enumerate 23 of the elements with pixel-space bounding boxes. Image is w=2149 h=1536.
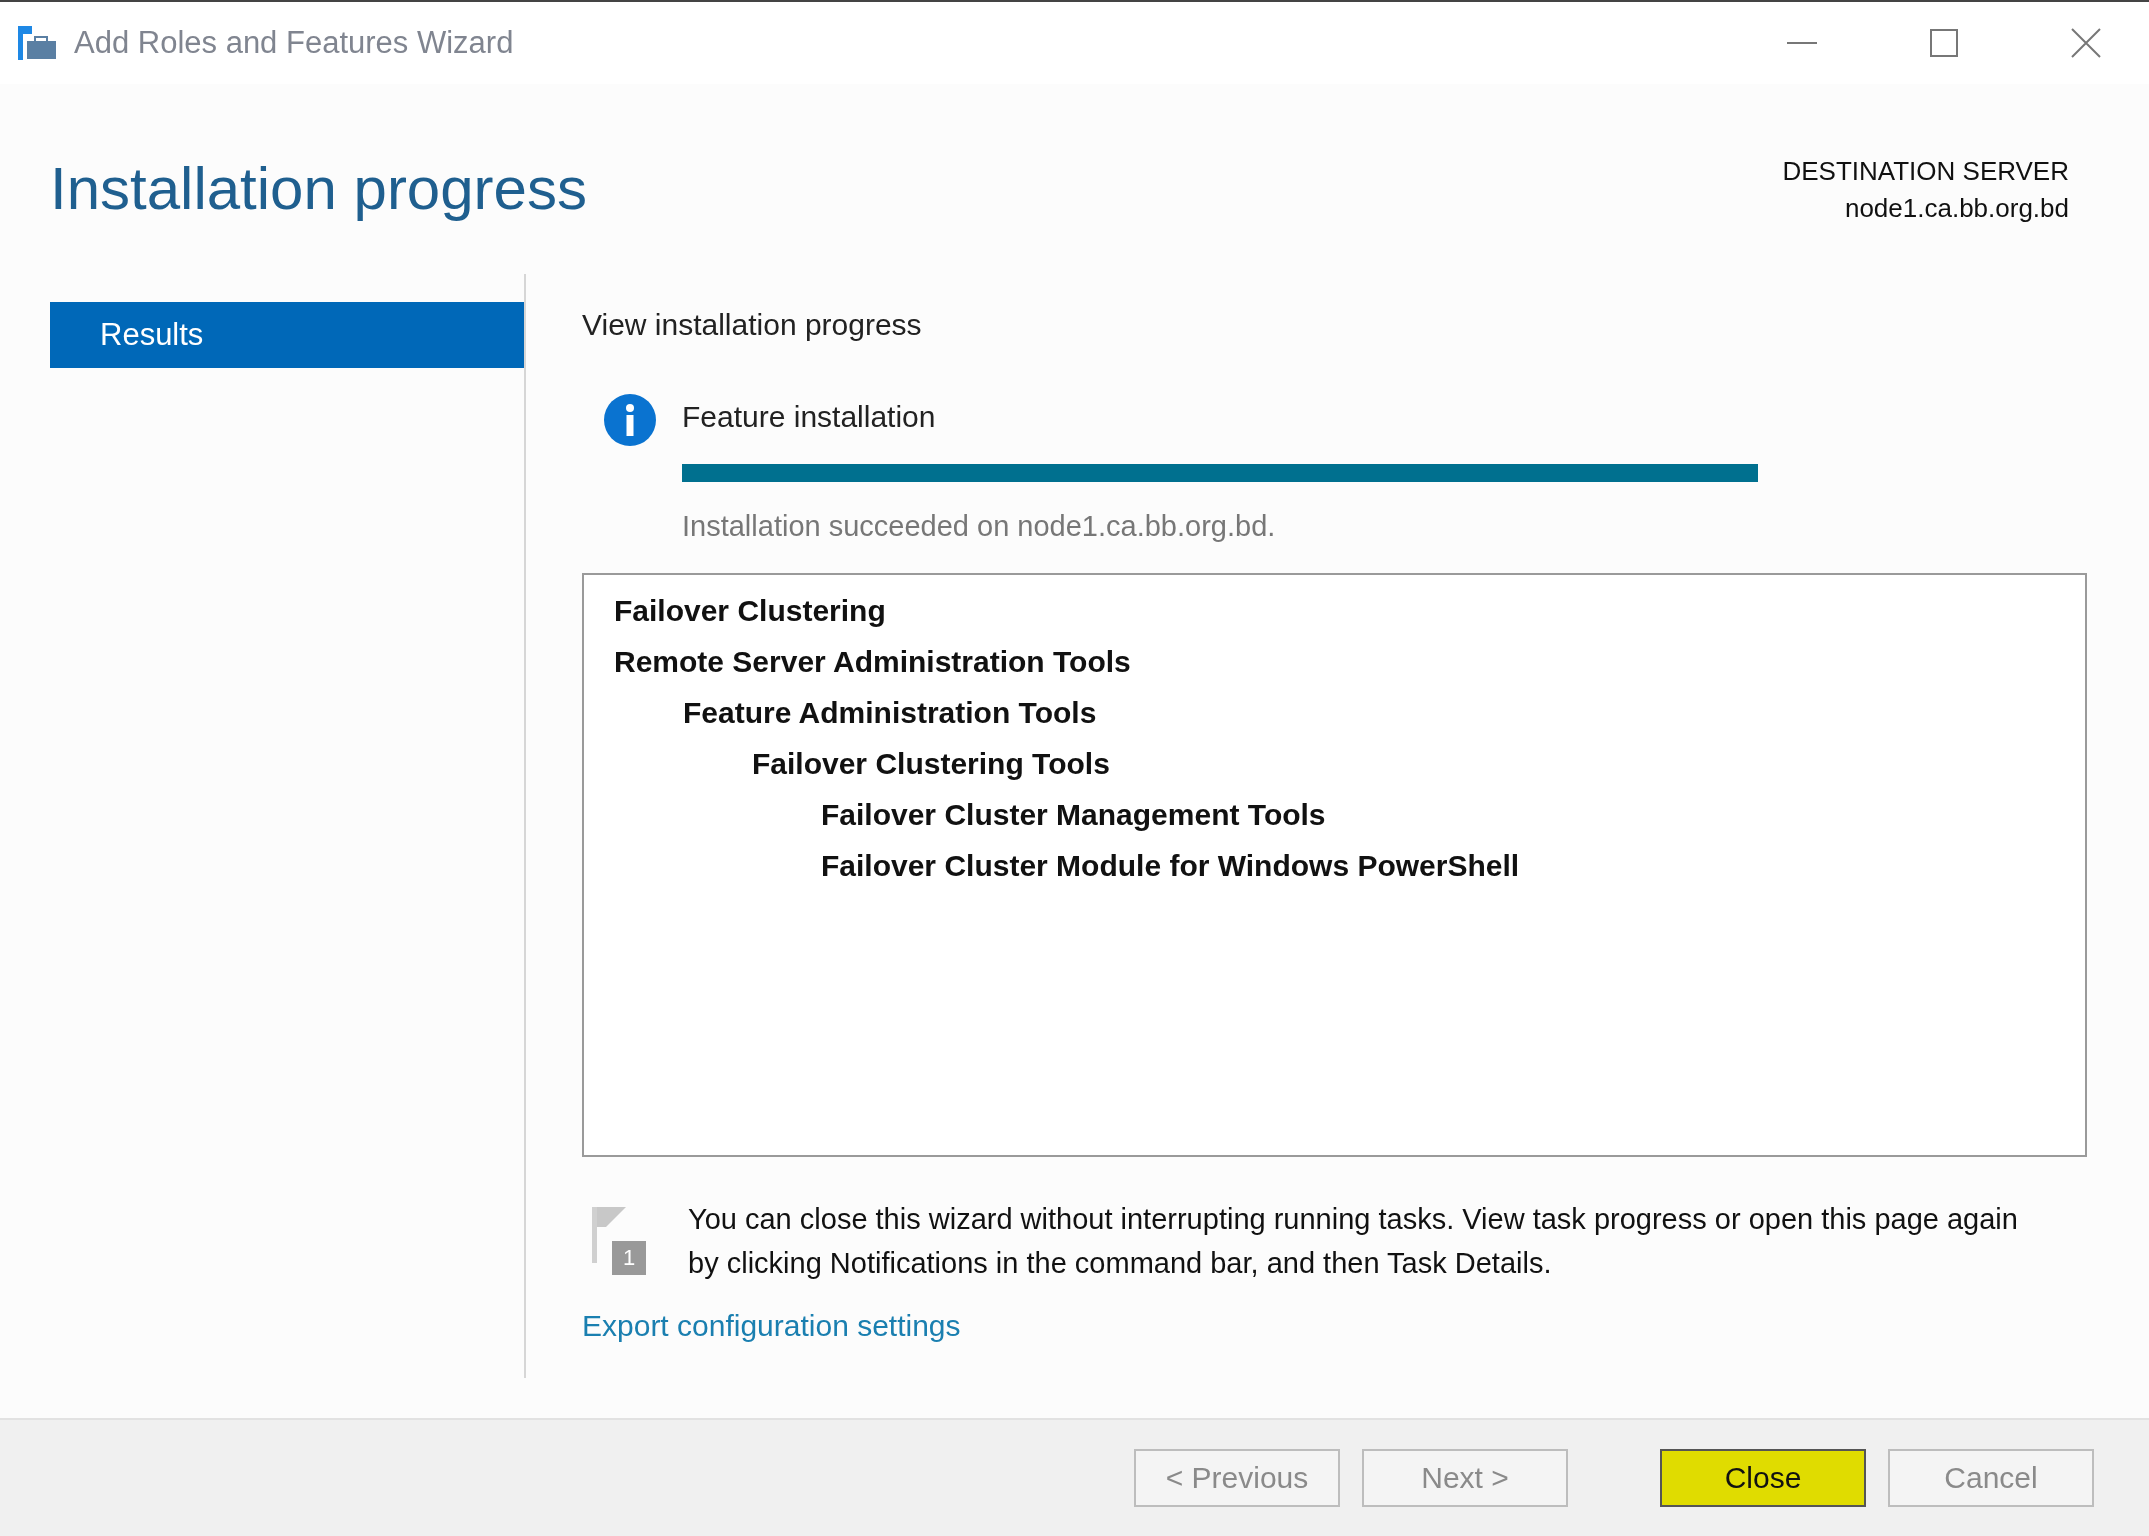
status-text: Installation succeeded on node1.ca.bb.org.bd. bbox=[682, 510, 1277, 543]
sidebar-item[interactable]: Results bbox=[50, 302, 524, 368]
notification-count: 1 bbox=[612, 1241, 646, 1275]
minimize-icon bbox=[1787, 42, 1817, 44]
feature-item: Failover Cluster Management Tools bbox=[820, 797, 1327, 833]
close-icon bbox=[2071, 28, 2101, 58]
window-title: Add Roles and Features Wizard bbox=[74, 25, 515, 61]
destination-label: DESTINATION SERVER bbox=[1782, 156, 2069, 187]
feature-item: Remote Server Administration Tools bbox=[614, 644, 1132, 680]
notice-text: You can close this wizard without interrupting running tasks. View task progress or open this page again by clicking Notifications in the command bar, and then Task Details. bbox=[688, 1202, 2018, 1281]
feature-item: Failover Cluster Module for Windows PowerShell bbox=[820, 848, 1521, 884]
export-link[interactable]: Export configuration settings bbox=[582, 1309, 2087, 1343]
maximize-icon bbox=[1930, 29, 1958, 57]
feature-item: Failover Clustering Tools bbox=[751, 746, 1111, 782]
feature-item: Feature Administration Tools bbox=[682, 695, 1098, 731]
wizard-button[interactable]: Close bbox=[1660, 1449, 1866, 1507]
progress-label: Feature installation bbox=[682, 400, 937, 434]
app-icon bbox=[18, 26, 58, 60]
section-heading: View installation progress bbox=[582, 308, 923, 342]
page-title: Installation progress bbox=[50, 154, 587, 224]
destination-server: node1.ca.bb.org.bd bbox=[1844, 193, 2069, 224]
info-icon bbox=[604, 394, 656, 446]
feature-item: Failover Clustering bbox=[614, 593, 887, 629]
